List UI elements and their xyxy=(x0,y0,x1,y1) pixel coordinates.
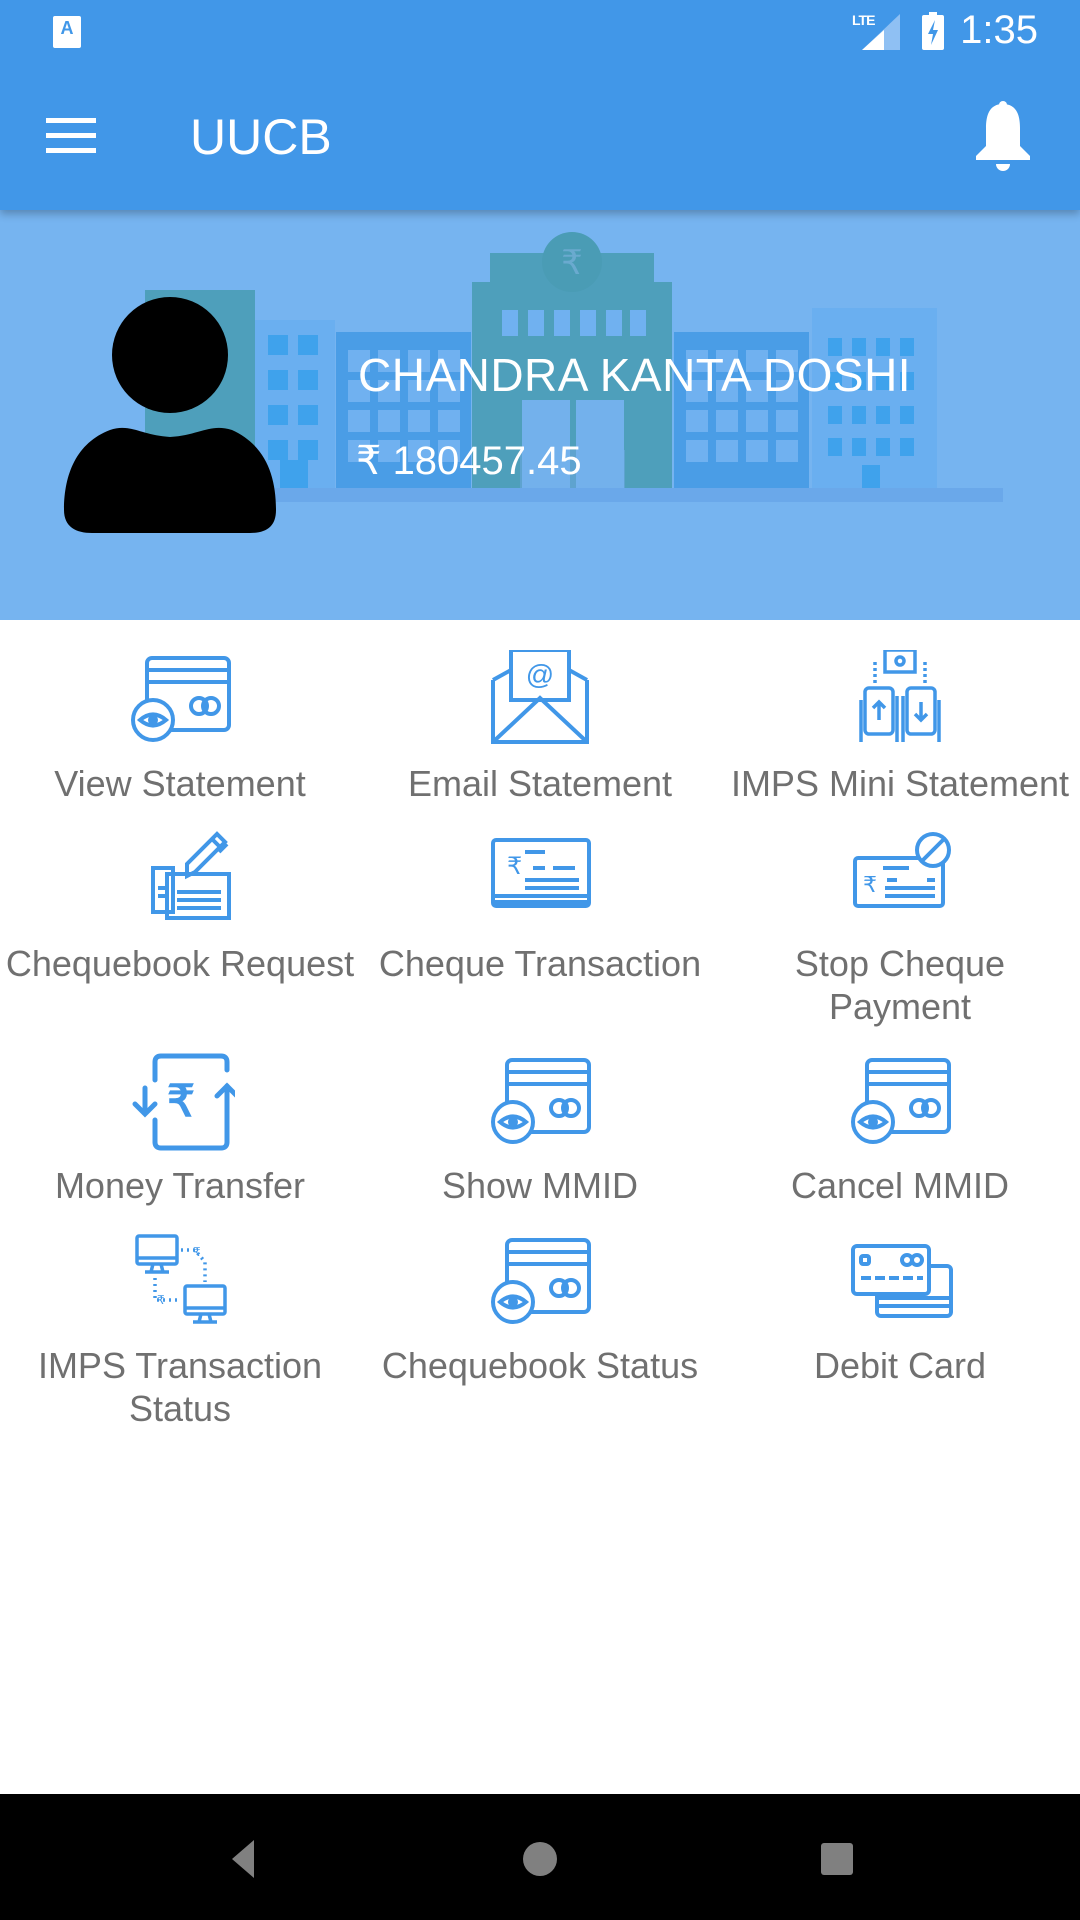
menu-item-label: Stop Cheque Payment xyxy=(794,943,1006,1027)
menu-item-email-statement[interactable]: @ Email Statement xyxy=(360,650,720,805)
menu-item-label: Cheque Transaction xyxy=(378,943,702,984)
menu-item-label: View Statement xyxy=(54,763,306,804)
email-icon: @ xyxy=(491,650,589,744)
menu-item-view-statement[interactable]: View Statement xyxy=(0,650,360,805)
menu-item-label: Chequebook Request xyxy=(5,943,355,984)
status-time: 1:35 xyxy=(960,8,1038,52)
menu-item-imps-transaction-status[interactable]: ₹ ₹ IMPS Transaction Status xyxy=(0,1232,360,1430)
svg-text:₹: ₹ xyxy=(193,1245,201,1259)
hamburger-menu-icon[interactable] xyxy=(46,118,96,154)
svg-text:₹: ₹ xyxy=(863,872,877,897)
svg-text:₹: ₹ xyxy=(507,853,522,880)
battery-charging-icon xyxy=(922,12,944,50)
bell-icon[interactable] xyxy=(972,100,1034,172)
recents-icon[interactable] xyxy=(812,1834,862,1884)
account-holder-name: CHANDRA KANTA DOSHI xyxy=(358,349,912,401)
menu-item-chequebook-request[interactable]: Chequebook Request xyxy=(0,830,360,985)
notification-label: A xyxy=(60,18,74,38)
keyboard-notification-icon: A xyxy=(53,16,81,48)
menu-item-label: Email Statement xyxy=(407,763,673,804)
cheque-pen-icon xyxy=(151,831,231,920)
menu-item-chequebook-status[interactable]: Chequebook Status xyxy=(360,1232,720,1387)
system-nav-bar xyxy=(0,1794,1080,1920)
menu-item-money-transfer[interactable]: ₹ Money Transfer xyxy=(0,1052,360,1207)
svg-text:₹: ₹ xyxy=(167,1077,195,1126)
menu-item-imps-mini-statement[interactable]: IMPS Mini Statement xyxy=(720,650,1080,805)
debit-cards-icon xyxy=(851,1244,953,1318)
menu-item-label: Cancel MMID xyxy=(790,1165,1010,1206)
app-title: UUCB xyxy=(190,109,332,165)
menu-item-label: Money Transfer xyxy=(54,1165,306,1206)
menu-item-stop-cheque-payment[interactable]: ₹ Stop Cheque Payment xyxy=(720,830,1080,1028)
svg-text:₹: ₹ xyxy=(157,1293,165,1307)
menu-item-label: IMPS Mini Statement xyxy=(730,763,1070,804)
account-balance: ₹ 180457.45 xyxy=(356,439,582,483)
card-eye-icon xyxy=(491,1058,591,1144)
status-bar: A LTE 1:35 xyxy=(0,0,1080,64)
home-icon[interactable] xyxy=(515,1834,565,1884)
computers-transfer-icon: ₹ ₹ xyxy=(135,1234,227,1324)
signal-icon xyxy=(862,14,900,50)
menu-item-cancel-mmid[interactable]: Cancel MMID xyxy=(720,1052,1080,1207)
menu-item-label: Chequebook Status xyxy=(381,1345,699,1386)
avatar xyxy=(64,297,276,533)
card-eye-icon xyxy=(491,1238,591,1324)
card-eye-icon xyxy=(851,1058,951,1144)
menu-item-label: Show MMID xyxy=(441,1165,639,1206)
back-icon[interactable] xyxy=(218,1834,268,1884)
menu-item-label: IMPS Transaction Status xyxy=(37,1345,323,1429)
menu-item-label: Debit Card xyxy=(813,1345,987,1386)
svg-text:₹: ₹ xyxy=(561,244,583,282)
mobile-transfer-icon xyxy=(859,650,941,742)
account-banner: ₹ CHANDRA KANTA DOSHI ₹ 180457.45 xyxy=(0,210,1080,620)
stop-cheque-icon: ₹ xyxy=(853,832,951,908)
menu-item-cheque-transaction[interactable]: ₹ Cheque Transaction xyxy=(360,830,720,985)
cheque-book-icon: ₹ xyxy=(491,838,591,908)
svg-text:@: @ xyxy=(526,659,554,690)
menu-item-show-mmid[interactable]: Show MMID xyxy=(360,1052,720,1207)
menu-item-debit-card[interactable]: Debit Card xyxy=(720,1232,1080,1387)
card-eye-icon xyxy=(131,656,231,742)
rupee-transfer-icon: ₹ xyxy=(132,1053,235,1151)
app-bar: A LTE 1:35 UUCB xyxy=(0,0,1080,210)
